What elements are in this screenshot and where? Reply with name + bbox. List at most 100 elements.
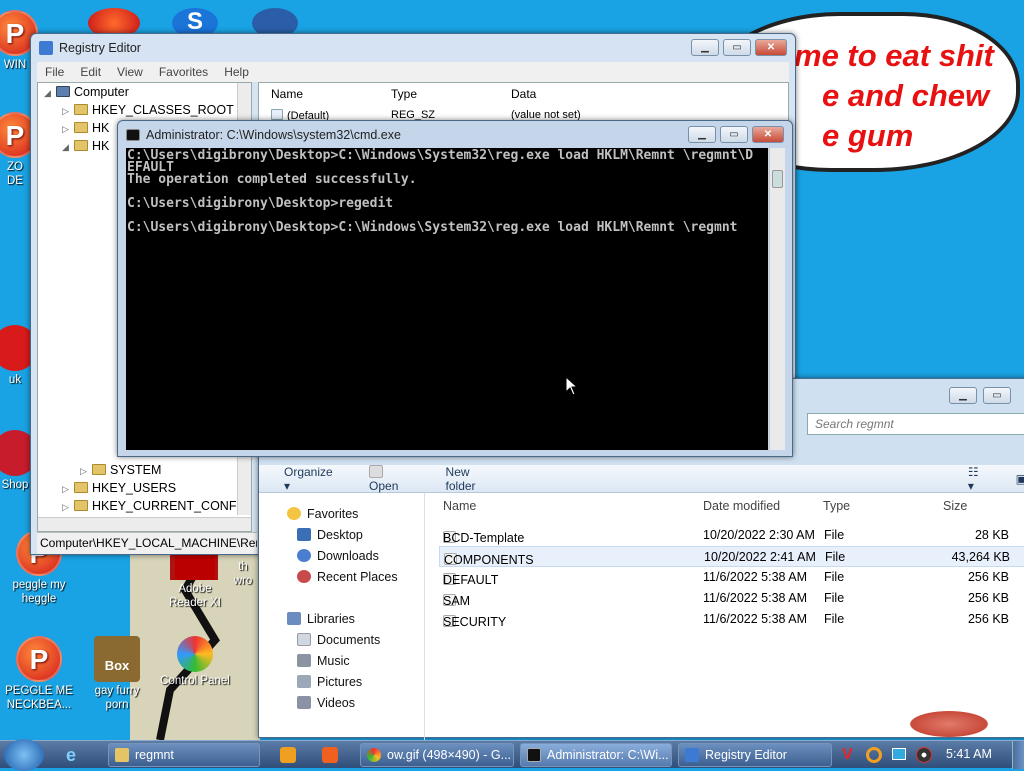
mouse-cursor-icon xyxy=(565,376,579,396)
column-data[interactable]: Data xyxy=(511,87,536,101)
open-icon xyxy=(369,464,384,478)
desktop-icon-peggle-me-neckbeard[interactable]: PEGGLE ME NECKBEA... xyxy=(4,636,74,712)
column-date-modified[interactable]: Date modified xyxy=(703,499,780,513)
show-desktop-button[interactable] xyxy=(1012,741,1024,769)
registry-values-list[interactable]: Name Type Data (Default) REG_SZ (value n… xyxy=(258,82,789,122)
taskbar: e regmnt ow.gif (498×490) - G... Adminis… xyxy=(0,739,1024,771)
nav-pictures[interactable]: Pictures xyxy=(297,675,362,689)
internet-explorer-icon[interactable]: e xyxy=(66,745,88,765)
menu-view[interactable]: View xyxy=(117,65,143,79)
registry-title-bar[interactable]: Registry Editor xyxy=(31,34,795,62)
file-row[interactable]: SECURITY 11/6/2022 5:38 AM File 256 KB xyxy=(439,609,1024,630)
nav-downloads[interactable]: Downloads xyxy=(297,549,379,563)
nav-favorites[interactable]: Favorites xyxy=(287,507,358,521)
column-size[interactable]: Size xyxy=(943,499,967,513)
nav-documents[interactable]: Documents xyxy=(297,633,380,647)
tree-item-hkcr[interactable]: ▷ HKEY_CLASSES_ROOT xyxy=(62,103,234,117)
column-type[interactable]: Type xyxy=(391,87,417,101)
expand-arrow-icon[interactable]: ▷ xyxy=(62,106,74,117)
nav-recent-places[interactable]: Recent Places xyxy=(297,570,398,584)
taskbar-item-regedit[interactable]: Registry Editor xyxy=(678,743,832,767)
tree-item-hk2[interactable]: ◢ HK xyxy=(62,139,109,153)
maximize-button[interactable]: ▭ xyxy=(983,387,1011,404)
cartoon-character xyxy=(904,709,994,739)
desktop-icon-gay-furry[interactable]: Box gay furry porn xyxy=(82,636,152,712)
explorer-toolbar: Organize ▾ Open New folder ☷ ▾ ▣ xyxy=(259,464,1024,493)
column-type[interactable]: Type xyxy=(823,499,850,513)
chrome-icon xyxy=(367,748,381,762)
peggle-icon xyxy=(16,636,62,682)
maximize-button[interactable]: ▭ xyxy=(723,39,751,56)
expand-arrow-icon[interactable]: ▷ xyxy=(62,502,74,513)
column-name[interactable]: Name xyxy=(443,499,476,513)
taskbar-item-cmd[interactable]: Administrator: C:\Wi... xyxy=(520,743,672,767)
folder-icon xyxy=(92,464,106,475)
collapse-arrow-icon[interactable]: ◢ xyxy=(62,142,74,153)
file-row[interactable]: DEFAULT 11/6/2022 5:38 AM File 256 KB xyxy=(439,567,1024,588)
tree-item-computer[interactable]: ◢ Computer xyxy=(44,85,129,99)
network-tray-icon[interactable] xyxy=(892,748,906,760)
cmd-scrollbar[interactable] xyxy=(769,148,785,450)
view-options-icon[interactable]: ☷ ▾ xyxy=(968,465,988,493)
menu-help[interactable]: Help xyxy=(224,65,249,79)
speaker-tray-icon[interactable] xyxy=(916,747,932,763)
close-button[interactable]: ✕ xyxy=(755,39,787,56)
minimize-button[interactable]: ▁ xyxy=(949,387,977,404)
taskbar-item-regmnt[interactable]: regmnt xyxy=(108,743,260,767)
cmd-console-output[interactable]: C:\Users\digibrony\Desktop>C:\Windows\Sy… xyxy=(126,148,768,450)
desktop-icon-th-wro[interactable]: th wro xyxy=(228,560,258,588)
open-button[interactable]: Open xyxy=(369,464,417,493)
clock[interactable]: 5:41 AM xyxy=(946,747,992,761)
scroll-thumb[interactable] xyxy=(772,170,783,188)
start-button[interactable] xyxy=(4,739,44,771)
expand-arrow-icon[interactable]: ▷ xyxy=(62,484,74,495)
media-player-icon[interactable] xyxy=(280,747,296,763)
nav-libraries[interactable]: Libraries xyxy=(287,612,355,626)
menu-favorites[interactable]: Favorites xyxy=(159,65,208,79)
menu-edit[interactable]: Edit xyxy=(80,65,101,79)
folder-icon xyxy=(74,482,88,493)
expand-arrow-icon[interactable]: ▷ xyxy=(80,466,92,477)
cmd-title: Administrator: C:\Windows\system32\cmd.e… xyxy=(146,128,401,142)
collapse-arrow-icon[interactable]: ◢ xyxy=(44,88,56,99)
tree-item-system[interactable]: ▷ SYSTEM xyxy=(80,463,161,477)
expand-arrow-icon[interactable]: ▷ xyxy=(62,124,74,135)
pictures-icon xyxy=(297,675,311,688)
desktop-icon-control-panel[interactable]: Control Panel xyxy=(160,636,230,688)
registry-title: Registry Editor xyxy=(59,41,141,55)
control-panel-icon xyxy=(177,636,213,672)
file-row[interactable]: SAM 11/6/2022 5:38 AM File 256 KB xyxy=(439,588,1024,609)
tree-item-hk1[interactable]: ▷ HK xyxy=(62,121,109,135)
tree-horizontal-scrollbar[interactable] xyxy=(38,517,251,531)
desktop-icon xyxy=(297,528,311,541)
taskbar-item-chrome[interactable]: ow.gif (498×490) - G... xyxy=(360,743,514,767)
computer-icon xyxy=(56,86,70,97)
regedit-icon xyxy=(685,748,699,762)
tree-item-hkcc[interactable]: ▷ HKEY_CURRENT_CONFIG xyxy=(62,499,250,513)
maximize-button[interactable]: ▭ xyxy=(720,126,748,143)
minimize-button[interactable]: ▁ xyxy=(691,39,719,56)
nav-music[interactable]: Music xyxy=(297,654,350,668)
file-row[interactable]: BCD-Template 10/20/2022 2:30 AM File 28 KB xyxy=(439,525,1024,546)
cmd-window[interactable]: Administrator: C:\Windows\system32\cmd.e… xyxy=(117,120,793,457)
star-icon xyxy=(287,507,301,520)
new-folder-button[interactable]: New folder xyxy=(446,465,502,493)
nav-desktop[interactable]: Desktop xyxy=(297,528,363,542)
minimize-button[interactable]: ▁ xyxy=(688,126,716,143)
documents-icon xyxy=(297,633,311,646)
preview-pane-icon[interactable]: ▣ xyxy=(1016,472,1024,486)
game-icon[interactable] xyxy=(322,747,338,763)
menu-file[interactable]: File xyxy=(45,65,64,79)
libraries-icon xyxy=(287,612,301,625)
close-button[interactable]: ✕ xyxy=(752,126,784,143)
nav-videos[interactable]: Videos xyxy=(297,696,355,710)
desktop-icons-left-strip: WIN ZODE uk Shop xyxy=(0,0,38,740)
tree-item-hku[interactable]: ▷ HKEY_USERS xyxy=(62,481,176,495)
column-name[interactable]: Name xyxy=(271,87,303,101)
file-row[interactable]: COMPONENTS 10/20/2022 2:41 AM File 43,264 K… xyxy=(439,546,1024,567)
music-icon xyxy=(297,654,311,667)
search-input[interactable]: Search regmnt xyxy=(807,413,1024,435)
organize-button[interactable]: Organize ▾ xyxy=(284,465,341,493)
search-tray-icon[interactable] xyxy=(866,747,882,763)
antivirus-tray-icon[interactable]: V xyxy=(842,746,853,764)
